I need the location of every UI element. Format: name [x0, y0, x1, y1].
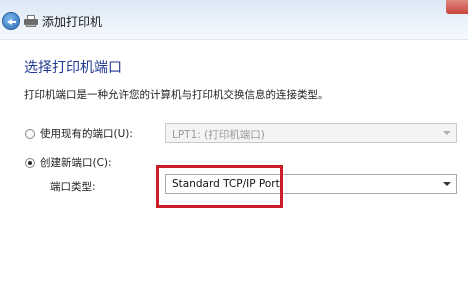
chevron-down-icon — [443, 131, 451, 135]
existing-port-radio[interactable] — [25, 129, 35, 139]
existing-port-value: LPT1: (打印机端口) — [172, 129, 265, 141]
close-button[interactable] — [446, 0, 468, 14]
back-arrow-icon[interactable] — [2, 12, 20, 30]
chevron-down-icon — [443, 182, 451, 186]
page-description: 打印机端口是一种允许您的计算机与打印机交换信息的连接类型。 — [24, 89, 329, 101]
new-port-label[interactable]: 创建新端口(C): — [40, 155, 112, 170]
page-title: 选择打印机端口 — [24, 60, 122, 76]
title-bar: 添加打印机 — [0, 0, 468, 40]
printer-icon — [24, 15, 38, 27]
new-port-radio[interactable] — [25, 158, 35, 168]
highlight-annotation — [156, 165, 283, 208]
existing-port-label[interactable]: 使用现有的端口(U): — [40, 126, 133, 141]
window-title: 添加打印机 — [42, 15, 103, 29]
port-type-label: 端口类型: — [50, 181, 96, 193]
existing-port-select: LPT1: (打印机端口) — [165, 123, 457, 143]
